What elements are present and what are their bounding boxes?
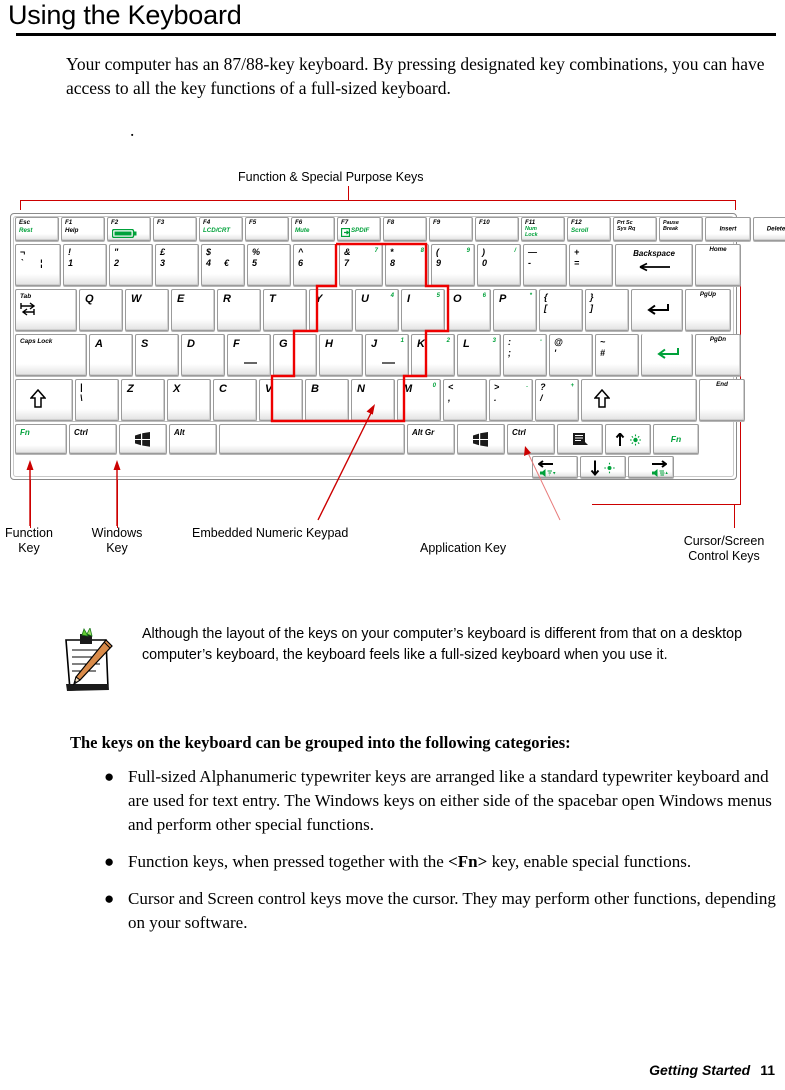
- callout-embedded-keypad: Embedded Numeric Keypad: [192, 526, 349, 540]
- title-divider: [16, 33, 776, 36]
- notepad-pencil-icon: [65, 628, 113, 691]
- bracket-top: [20, 200, 736, 201]
- footer-section: Getting Started: [649, 1062, 751, 1078]
- keyboard-figure: Function & Special Purpose Keys Esc Rest …: [0, 168, 785, 578]
- page-footer: Getting Started 11: [649, 1062, 775, 1078]
- callout-function-key-line1: Function: [5, 526, 53, 540]
- categories-lead-in: The keys on the keyboard can be grouped …: [70, 733, 571, 752]
- list-item-text: Full-sized Alphanumeric typewriter keys …: [128, 767, 772, 834]
- footer-page-number: 11: [760, 1062, 775, 1078]
- callout-cursor-keys-line2: Control Keys: [688, 549, 760, 563]
- list-item: ● Full-sized Alphanumeric typewriter key…: [100, 765, 785, 837]
- categories-list: ● Full-sized Alphanumeric typewriter key…: [100, 765, 785, 948]
- page-title: Using the Keyboard: [8, 0, 242, 30]
- bullet-marker: ●: [104, 767, 115, 786]
- bullet-marker: ●: [104, 889, 115, 908]
- callout-windows-key-line1: Windows: [91, 526, 143, 540]
- fn-key-emphasis: <Fn>: [448, 852, 488, 871]
- list-item-text-pre: Function keys, when pressed together wit…: [128, 852, 449, 871]
- callout-cursor-screen-keys: Cursor/Screen Control Keys: [664, 534, 784, 564]
- note-text: Although the layout of the keys on your …: [142, 626, 743, 663]
- stray-period: .: [130, 120, 135, 140]
- callout-leader-top: [348, 186, 349, 201]
- keyboard-illustration: Esc Rest F1 Help F2 F3 F4 LCD/CRT F5 F6 Mute…: [10, 213, 785, 480]
- bracket-cursor-keys-bottom: [592, 504, 741, 505]
- bracket-top-right-tick: [735, 200, 736, 210]
- callout-function-special-keys: Function & Special Purpose Keys: [238, 170, 424, 184]
- embedded-keypad-outline: [270, 242, 450, 423]
- callout-leader-cursor-keys: [734, 504, 735, 528]
- callout-cursor-keys-line1: Cursor/Screen: [683, 534, 765, 548]
- callout-function-key-line2: Key: [18, 541, 40, 555]
- list-item-text-post: key, enable special functions.: [487, 852, 692, 871]
- list-item-text: Cursor and Screen control keys move the …: [128, 889, 776, 932]
- list-item: ● Function keys, when pressed together w…: [100, 850, 785, 874]
- note-callout: Although the layout of the keys on your …: [62, 624, 780, 704]
- key-delete: Delete: [753, 217, 785, 241]
- callout-windows-key: Windows Key: [74, 526, 160, 556]
- list-item: ● Cursor and Screen control keys move th…: [100, 887, 785, 935]
- callout-function-key: Function Key: [0, 526, 58, 556]
- callout-windows-key-line2: Key: [106, 541, 128, 555]
- intro-paragraph: Your computer has an 87/88-key keyboard.…: [66, 54, 765, 98]
- bullet-marker: ●: [104, 852, 115, 871]
- bracket-top-left-tick: [20, 200, 21, 210]
- callout-application-key: Application Key: [420, 541, 507, 555]
